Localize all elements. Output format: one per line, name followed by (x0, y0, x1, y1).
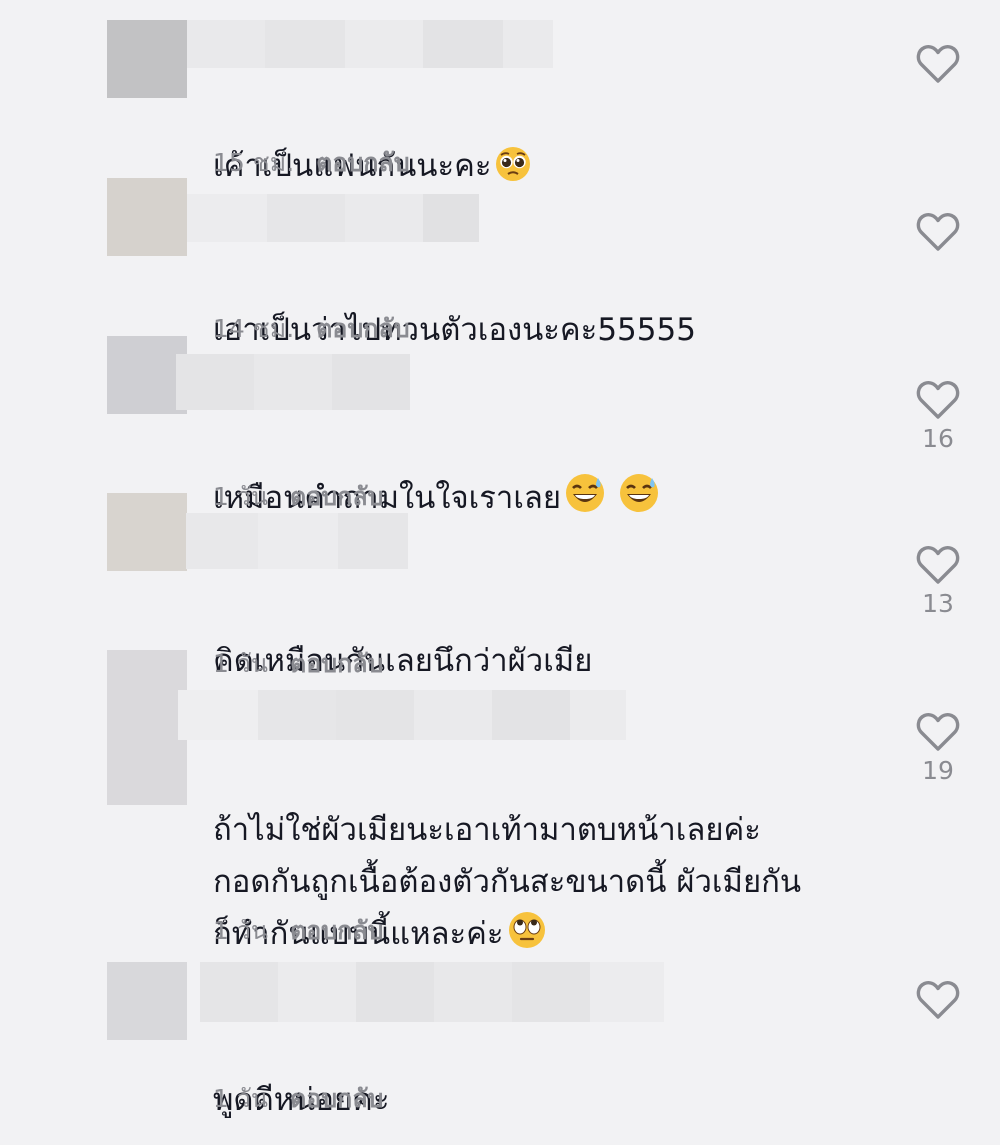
comment-meta: 15 ชม. ตอบกลับ (213, 146, 410, 180)
heart-icon[interactable] (916, 545, 960, 585)
comment-item: ถ้าไม่ใช่ผัวเมียนะเอาเท้ามาตบหน้าเลยค่ะ … (0, 650, 1000, 952)
comment-item: เค้าเป็นแฟนกันนะคะ 15 ชม. ตอบกลับ (0, 20, 1000, 184)
comment-item: เหมือนคำถามในใจเราเลย 1 วัน ตอบกลับ 16 (0, 336, 1000, 516)
avatar[interactable] (107, 650, 187, 805)
comment-time: 1 วัน (213, 1084, 268, 1113)
avatar[interactable] (107, 336, 187, 414)
comment-item: เอาเป็นว่าไปทวนตัวเองนะคะ55555 14 ชม. ตอ… (0, 178, 1000, 348)
username-blurred[interactable] (176, 354, 410, 410)
username-blurred[interactable] (178, 690, 626, 740)
comment-item: คิดเหมือนกันเลยนึกว่าผัวเมีย 1 วัน ตอบกล… (0, 493, 1000, 679)
like-count: 13 (922, 589, 954, 618)
like-count: 16 (922, 424, 954, 453)
like-count: 19 (922, 756, 954, 785)
comment-time: 1 วัน (213, 916, 268, 945)
like-control (912, 212, 964, 256)
reply-button[interactable]: ตอบกลับ (290, 911, 383, 951)
rolling-eyes-emoji (508, 912, 545, 948)
heart-icon[interactable] (916, 212, 960, 252)
avatar[interactable] (107, 493, 187, 571)
reply-button[interactable]: ตอบกลับ (290, 1079, 383, 1119)
like-control: 16 (912, 380, 964, 453)
username-blurred[interactable] (187, 20, 553, 68)
username-blurred[interactable] (200, 962, 664, 1022)
comment-meta: 1 วัน ตอบกลับ (213, 1082, 383, 1116)
heart-icon[interactable] (916, 712, 960, 752)
username-blurred[interactable] (187, 194, 479, 242)
pleading-face-emoji (495, 147, 530, 181)
heart-icon[interactable] (916, 44, 960, 84)
heart-icon[interactable] (916, 980, 960, 1020)
like-control: 13 (912, 545, 964, 618)
comment-item: พูดดีหน่อยคะ 1 วัน ตอบกลับ (0, 962, 1000, 1122)
avatar[interactable] (107, 20, 187, 98)
heart-icon[interactable] (916, 380, 960, 420)
like-control (912, 980, 964, 1024)
comment-meta: 1 วัน ตอบกลับ (213, 914, 383, 948)
avatar[interactable] (107, 178, 187, 256)
comment-time: 15 ชม. (213, 148, 295, 177)
reply-button[interactable]: ตอบกลับ (316, 143, 409, 183)
username-blurred[interactable] (186, 513, 408, 569)
like-control (912, 44, 964, 88)
like-control: 19 (912, 712, 964, 785)
avatar[interactable] (107, 962, 187, 1040)
